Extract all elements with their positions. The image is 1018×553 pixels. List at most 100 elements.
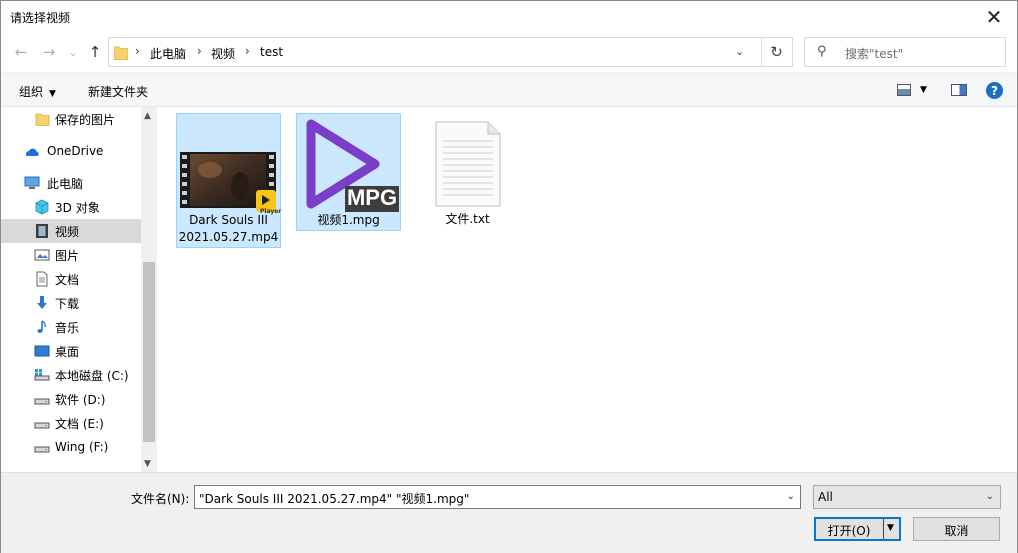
breadcrumb-videos[interactable]: 视频 [211,45,235,62]
3d-objects-icon [35,199,49,215]
sidebar-item-onedrive[interactable]: OneDrive [1,139,141,163]
organize-button[interactable]: 组织 ▼ [19,83,56,100]
sidebar-item-videos[interactable]: 视频 [1,219,141,243]
back-arrow-icon[interactable]: ← [11,42,31,62]
sidebar-item-music[interactable]: 音乐 [1,315,141,339]
change-view-icon[interactable] [897,84,911,96]
drive-icon [34,446,50,453]
file-name-label: 文件名(N): [131,492,190,506]
sidebar-item-label: 文档 (E:) [55,416,104,431]
pictures-icon [34,249,50,261]
window-title: 请选择视频 [10,11,71,25]
onedrive-icon [25,148,39,156]
chevron-down-icon: ▼ [49,89,56,99]
help-icon[interactable]: ? [986,82,1003,99]
scroll-up-arrow-icon[interactable]: ▲ [144,111,151,121]
view-options-chevron-icon[interactable]: ▼ [920,85,927,95]
search-icon: ⚲ [817,44,827,59]
new-folder-button[interactable]: 新建文件夹 [88,83,148,100]
sidebar-item-drive-c[interactable]: 本地磁盘 (C:) [1,363,141,387]
text-document-icon [435,121,501,207]
breadcrumb-separator: › [135,44,140,58]
breadcrumb-separator[interactable]: › [245,44,250,58]
sidebar-item-label: 3D 对象 [55,200,100,215]
downloads-icon [37,296,47,309]
navigation-bar: ← → ⌄ ↑ › 此电脑 › 视频 › test ⌄ ↻ ⚲ 搜索"test" [1,32,1017,72]
desktop-icon [34,345,50,357]
sidebar-item-label: 视频 [55,224,80,239]
file-item-text-txt[interactable]: 文件.txt [416,113,521,231]
sidebar-item-label: 此电脑 [47,176,84,191]
scroll-down-arrow-icon[interactable]: ▼ [144,459,151,469]
sidebar-item-desktop[interactable]: 桌面 [1,339,141,363]
sidebar-item-label: 软件 (D:) [55,392,106,407]
cancel-button[interactable]: 取消 [913,517,1000,541]
sidebar-item-label: 音乐 [55,320,80,335]
command-toolbar: 组织 ▼ 新建文件夹 ▼ ? [1,72,1017,107]
sidebar-item-drive-f[interactable]: Wing (F:) [1,435,141,459]
sidebar-item-label: 保存的图片 [55,112,116,127]
chevron-down-icon[interactable]: ⌄ [986,491,994,502]
recent-locations-chevron-icon[interactable]: ⌄ [63,42,83,62]
open-button-label: 打开(O) [827,524,871,538]
forward-arrow-icon[interactable]: → [39,42,59,62]
close-icon[interactable]: ✕ [971,1,1017,32]
up-arrow-icon[interactable]: ↑ [85,42,105,62]
this-pc-icon [24,176,40,189]
sidebar-scrollbar[interactable]: ▲ ▼ [141,107,157,472]
search-box[interactable]: ⚲ 搜索"test" [804,37,1006,67]
sidebar-item-drive-e[interactable]: 文档 (E:) [1,411,141,435]
documents-icon [36,271,48,287]
sidebar-item-pictures[interactable]: 图片 [1,243,141,267]
sidebar-item-saved-pictures[interactable]: 保存的图片 [1,107,141,131]
drive-icon [34,422,50,429]
sidebar-item-label: OneDrive [47,144,104,158]
file-type-select[interactable]: All ⌄ [813,485,1001,509]
navigation-pane: 保存的图片 OneDrive 此电脑 3D 对象 视频 图片 文档 下载 音乐 … [1,107,157,472]
videos-icon [36,224,48,238]
file-list-view: Player Dark Souls III 2021.05.27.mp4 MPG… [158,107,1017,472]
scrollbar-thumb[interactable] [143,262,155,442]
open-options-chevron-icon[interactable]: ▼ [887,523,894,533]
breadcrumb-this-pc[interactable]: 此电脑 [150,45,186,62]
title-bar: 请选择视频 ✕ [1,1,1017,32]
sidebar-item-label: Wing (F:) [55,440,109,454]
file-name-input[interactable]: "Dark Souls III 2021.05.27.mp4" "视频1.mpg… [194,485,801,509]
drive-icon [34,398,50,405]
file-name: 文件.txt [445,212,490,226]
file-name-value: "Dark Souls III 2021.05.27.mp4" "视频1.mpg… [199,492,470,506]
preview-pane-icon[interactable] [951,84,967,96]
address-dropdown-chevron-icon[interactable]: ⌄ [735,45,744,58]
sidebar-item-drive-d[interactable]: 软件 (D:) [1,387,141,411]
music-icon [37,320,46,333]
open-button[interactable]: 打开(O) ▼ [814,517,901,541]
sidebar-item-this-pc[interactable]: 此电脑 [1,171,141,195]
file-item-video1-mpg[interactable]: MPG 视频1.mpg [296,113,401,231]
address-bar[interactable]: › 此电脑 › 视频 › test ⌄ [108,37,793,67]
file-item-dark-souls-mp4[interactable]: Player Dark Souls III 2021.05.27.mp4 [176,113,281,248]
folder-icon [35,113,50,126]
split-divider [883,519,884,539]
folder-icon [114,46,128,60]
mpg-badge-label: MPG [346,185,398,210]
sidebar-item-downloads[interactable]: 下载 [1,291,141,315]
search-input[interactable]: 搜索"test" [845,45,903,62]
organize-label: 组织 [19,85,44,99]
chevron-down-icon[interactable]: ⌄ [787,491,795,502]
breadcrumb-test[interactable]: test [260,45,283,59]
sidebar-item-3d-objects[interactable]: 3D 对象 [1,195,141,219]
refresh-icon[interactable]: ↻ [761,37,791,67]
cancel-button-label: 取消 [944,524,969,538]
sidebar-item-documents[interactable]: 文档 [1,267,141,291]
file-name-line1: Dark Souls III [189,213,268,227]
sidebar-item-label: 下载 [55,296,80,311]
file-name-line2: 2021.05.27.mp4 [178,230,279,244]
breadcrumb-separator[interactable]: › [197,44,202,58]
sidebar-item-label: 本地磁盘 (C:) [55,368,129,383]
sidebar-item-label: 图片 [55,248,80,263]
file-name: 视频1.mpg [317,213,380,227]
system-drive-icon [34,369,50,381]
sidebar-item-label: 桌面 [55,344,80,359]
file-open-dialog: 请选择视频 ✕ ← → ⌄ ↑ › 此电脑 › 视频 › test ⌄ ↻ ⚲ … [0,0,1018,553]
sidebar-item-label: 文档 [55,272,80,287]
